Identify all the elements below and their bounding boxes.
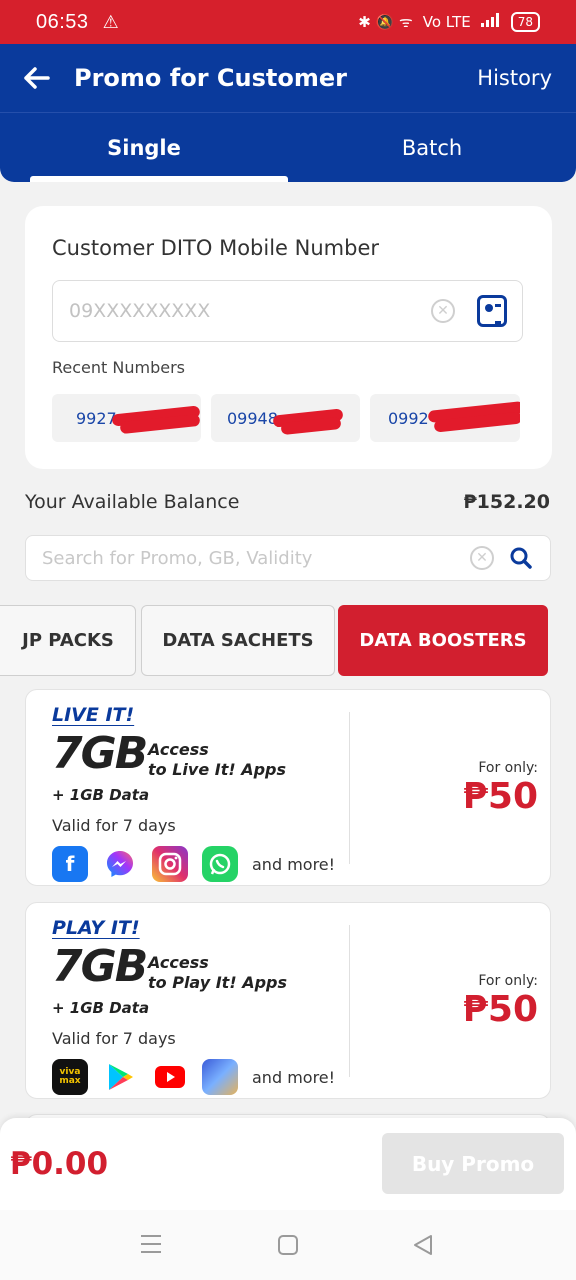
promo-validity: Valid for 7 days (52, 816, 176, 835)
balance-value: ₱152.20 (463, 491, 550, 513)
tab-batch[interactable]: Batch (288, 113, 576, 182)
customer-number-field-wrapper: ✕ (52, 280, 523, 342)
promo-validity: Valid for 7 days (52, 1029, 176, 1048)
promo-more-apps: and more! (252, 854, 336, 874)
back-nav-icon[interactable] (412, 1234, 434, 1260)
recent-number-chip[interactable]: 09948 (211, 394, 360, 442)
promo-access-line: Access (148, 953, 209, 972)
category-tab-data-boosters[interactable]: DATA BOOSTERS (338, 605, 548, 676)
recent-number-chip[interactable]: 9927 (52, 394, 201, 442)
promo-for-only: For only: (478, 760, 538, 776)
mobile-legends-icon (202, 1059, 238, 1095)
page-title: Promo for Customer (74, 64, 347, 92)
home-icon[interactable] (277, 1234, 299, 1260)
warning-icon: ⚠ (102, 11, 119, 33)
messenger-icon (102, 846, 138, 882)
promo-divider (349, 712, 350, 864)
recent-number-chip[interactable]: 0992 (370, 394, 520, 442)
recent-number-text: 9927 (76, 408, 117, 428)
promo-divider (349, 925, 350, 1077)
clear-search-icon[interactable]: ✕ (470, 546, 494, 570)
promo-data-amount: 7GB (52, 728, 148, 779)
search-icon[interactable] (510, 547, 532, 569)
promo-access-text: Access to Live It! Apps (148, 740, 286, 780)
customer-number-input[interactable] (69, 300, 389, 322)
status-misc-icons: ✱ 🔕 ᯤ (358, 13, 413, 31)
battery-icon: 78 (510, 12, 540, 32)
system-nav-bar (0, 1210, 576, 1280)
promo-for-only: For only: (478, 973, 538, 989)
promo-name: LIVE IT! (52, 704, 135, 726)
app-header: Promo for Customer History (0, 44, 576, 112)
history-link[interactable]: History (477, 66, 552, 90)
promo-more-apps: and more! (252, 1067, 336, 1087)
buy-promo-button[interactable]: Buy Promo (382, 1133, 564, 1194)
contacts-icon[interactable] (477, 295, 507, 327)
vivamax-icon: viva max (52, 1059, 88, 1095)
balance-label: Your Available Balance (25, 491, 240, 513)
tab-single[interactable]: Single (0, 113, 288, 182)
promo-access-line: Access (148, 740, 209, 759)
promo-access-line: to Play It! Apps (148, 973, 288, 992)
promo-extra-data: + 1GB Data (52, 786, 150, 804)
promo-card-play-it[interactable]: PLAY IT! 7GB Access to Play It! Apps + 1… (25, 902, 551, 1099)
total-amount: ₱0.00 (10, 1146, 109, 1182)
signal-icon (480, 13, 501, 31)
promo-apps: f and more! (52, 846, 335, 882)
google-play-icon (102, 1059, 138, 1095)
clear-icon[interactable]: ✕ (431, 299, 455, 323)
promo-extra-data: + 1GB Data (52, 999, 150, 1017)
promo-price: ₱50 (462, 989, 538, 1030)
category-tab-jp-packs[interactable]: JP PACKS (0, 605, 136, 676)
status-icons: ✱ 🔕 ᯤ Vo LTE 78 (358, 12, 540, 32)
youtube-icon (152, 1059, 188, 1095)
recent-numbers-label: Recent Numbers (52, 358, 185, 377)
promo-search-box: ✕ (25, 535, 551, 581)
back-arrow-icon[interactable] (22, 63, 52, 93)
promo-access-text: Access to Play It! Apps (148, 953, 287, 993)
customer-number-card: Customer DITO Mobile Number ✕ Recent Num… (25, 206, 552, 469)
status-bar: 06:53 ⚠ ✱ 🔕 ᯤ Vo LTE 78 (0, 0, 576, 44)
facebook-icon: f (52, 846, 88, 882)
instagram-icon (152, 846, 188, 882)
menu-icon[interactable] (140, 1234, 162, 1258)
mode-tabs: Single Batch (0, 112, 576, 182)
status-time: 06:53 (36, 10, 89, 33)
promo-card-live-it[interactable]: LIVE IT! 7GB Access to Live It! Apps + 1… (25, 689, 551, 886)
promo-price: ₱50 (462, 776, 538, 817)
promo-name: PLAY IT! (52, 917, 140, 939)
promo-apps: viva max and more! (52, 1059, 335, 1095)
recent-number-text: 0992 (388, 408, 429, 428)
promo-data-amount: 7GB (52, 941, 148, 992)
promo-search-input[interactable] (42, 547, 462, 569)
whatsapp-icon (202, 846, 238, 882)
category-tab-data-sachets[interactable]: DATA SACHETS (141, 605, 335, 676)
checkout-bar: ₱0.00 Buy Promo (0, 1118, 576, 1210)
recent-number-text: 09948 (227, 408, 278, 428)
promo-access-line: to Live It! Apps (148, 760, 287, 779)
network-indicator: Vo LTE (422, 13, 471, 31)
customer-number-label: Customer DITO Mobile Number (52, 236, 379, 260)
